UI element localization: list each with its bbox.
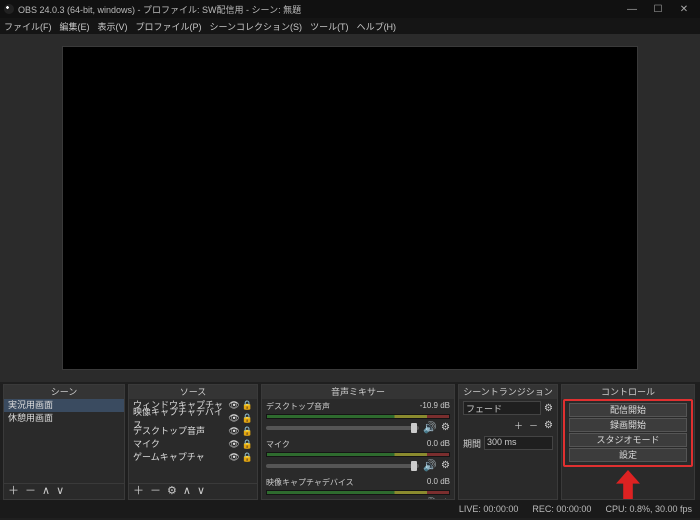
transition-remove-button[interactable]: － (529, 419, 538, 432)
lock-icon[interactable]: 🔒 (242, 399, 253, 412)
annotation-arrow (616, 470, 640, 499)
status-rec: REC: 00:00:00 (532, 504, 591, 514)
volume-slider[interactable] (266, 426, 419, 430)
lock-icon[interactable]: 🔒 (242, 438, 253, 451)
source-remove-button[interactable]: － (150, 486, 161, 497)
lock-icon[interactable]: 🔒 (242, 451, 253, 464)
scene-down-button[interactable]: ∨ (56, 486, 64, 497)
scene-up-button[interactable]: ∧ (42, 486, 50, 497)
menubar: ファイル(F) 編集(E) 表示(V) プロファイル(P) シーンコレクション(… (0, 18, 700, 34)
obs-icon (4, 4, 14, 14)
level-meter (266, 490, 450, 495)
mixer-channel: マイク 0.0 dB 🔊 ⚙ (262, 437, 454, 475)
highlighted-controls: 配信開始 録画開始 スタジオモード 設定 (563, 399, 693, 467)
sources-list: ウィンドウキャプチャ👁🔒 映像キャプチャデバイス👁🔒 デスクトップ音声👁🔒 マイ… (129, 399, 257, 483)
minimize-button[interactable]: — (620, 1, 644, 17)
channel-db: -10.9 dB (420, 401, 450, 412)
source-item[interactable]: 映像キャプチャデバイス👁🔒 (129, 412, 257, 425)
sources-panel: ソース ウィンドウキャプチャ👁🔒 映像キャプチャデバイス👁🔒 デスクトップ音声👁… (128, 384, 258, 500)
visibility-icon[interactable]: 👁 (228, 412, 239, 425)
statusbar: LIVE: 00:00:00 REC: 00:00:00 CPU: 0.8%, … (0, 500, 700, 518)
channel-name: マイク (266, 439, 290, 450)
scenes-list: 実況用画面 休憩用画面 (4, 399, 124, 483)
mute-icon[interactable]: 🔊 (423, 497, 437, 499)
channel-name: デスクトップ音声 (266, 401, 330, 412)
sources-toolbar: ＋ － ⚙ ∧ ∨ (129, 483, 257, 499)
titlebar: OBS 24.0.3 (64-bit, windows) - プロファイル: S… (0, 0, 700, 18)
scene-remove-button[interactable]: － (25, 486, 36, 497)
visibility-icon[interactable]: 👁 (228, 438, 239, 451)
channel-db: 0.0 dB (427, 439, 450, 450)
scenes-title: シーン (4, 385, 124, 399)
source-up-button[interactable]: ∧ (183, 486, 191, 497)
start-streaming-button[interactable]: 配信開始 (569, 403, 687, 417)
source-item[interactable]: マイク👁🔒 (129, 438, 257, 451)
channel-db: 0.0 dB (427, 477, 450, 488)
gear-icon[interactable]: ⚙ (544, 403, 553, 414)
gear-icon[interactable]: ⚙ (441, 422, 450, 433)
close-button[interactable]: ✕ (672, 1, 696, 17)
controls-title: コントロール (562, 385, 694, 399)
preview-area (0, 34, 700, 382)
menu-view[interactable]: 表示(V) (98, 20, 128, 33)
visibility-icon[interactable]: 👁 (228, 399, 239, 412)
lock-icon[interactable]: 🔒 (242, 425, 253, 438)
duration-input[interactable]: 300 ms (484, 436, 553, 450)
menu-scene-collection[interactable]: シーンコレクション(S) (210, 20, 303, 33)
mixer-list: デスクトップ音声 -10.9 dB 🔊 ⚙ マイク 0.0 dB 🔊 ⚙ 映像キャプチャ… (262, 399, 454, 499)
settings-button[interactable]: 設定 (569, 448, 687, 462)
menu-edit[interactable]: 編集(E) (60, 20, 90, 33)
transitions-panel: シーントランジション フェード ⚙ ＋ － ⚙ 期間 300 ms (458, 384, 558, 500)
scene-item[interactable]: 実況用画面 (4, 399, 124, 412)
status-cpu: CPU: 0.8%, 30.00 fps (605, 504, 692, 514)
visibility-icon[interactable]: 👁 (228, 451, 239, 464)
controls-panel: コントロール 配信開始 録画開始 スタジオモード 設定 (561, 384, 695, 500)
menu-help[interactable]: ヘルプ(H) (357, 20, 397, 33)
window-title: OBS 24.0.3 (64-bit, windows) - プロファイル: S… (18, 3, 620, 16)
sources-title: ソース (129, 385, 257, 399)
visibility-icon[interactable]: 👁 (228, 425, 239, 438)
mixer-channel: デスクトップ音声 -10.9 dB 🔊 ⚙ (262, 399, 454, 437)
start-recording-button[interactable]: 録画開始 (569, 418, 687, 432)
gear-icon[interactable]: ⚙ (544, 420, 553, 431)
source-down-button[interactable]: ∨ (197, 486, 205, 497)
source-item[interactable]: デスクトップ音声👁🔒 (129, 425, 257, 438)
maximize-button[interactable]: ☐ (646, 1, 670, 17)
mute-icon[interactable]: 🔊 (423, 421, 437, 434)
mixer-title: 音声ミキサー (262, 385, 454, 399)
source-add-button[interactable]: ＋ (133, 486, 144, 497)
preview-canvas[interactable] (62, 46, 638, 370)
scenes-toolbar: ＋ － ∧ ∨ (4, 483, 124, 499)
studio-mode-button[interactable]: スタジオモード (569, 433, 687, 447)
transitions-title: シーントランジション (459, 385, 557, 399)
channel-name: 映像キャプチャデバイス (266, 477, 354, 488)
status-live: LIVE: 00:00:00 (459, 504, 519, 514)
lock-icon[interactable]: 🔒 (242, 412, 253, 425)
scenes-panel: シーン 実況用画面 休憩用画面 ＋ － ∧ ∨ (3, 384, 125, 500)
duration-label: 期間 (463, 437, 481, 450)
transition-add-button[interactable]: ＋ (514, 419, 523, 432)
scene-add-button[interactable]: ＋ (8, 486, 19, 497)
mixer-channel: 映像キャプチャデバイス 0.0 dB 🔊 ⚙ (262, 475, 454, 499)
volume-slider[interactable] (266, 464, 419, 468)
menu-tools[interactable]: ツール(T) (310, 20, 349, 33)
level-meter (266, 414, 450, 419)
level-meter (266, 452, 450, 457)
source-item[interactable]: ゲームキャプチャ👁🔒 (129, 451, 257, 464)
transition-select[interactable]: フェード (463, 401, 541, 415)
mixer-panel: 音声ミキサー デスクトップ音声 -10.9 dB 🔊 ⚙ マイク 0.0 dB 🔊 ⚙ … (261, 384, 455, 500)
scene-item[interactable]: 休憩用画面 (4, 412, 124, 425)
mute-icon[interactable]: 🔊 (423, 459, 437, 472)
menu-file[interactable]: ファイル(F) (4, 20, 52, 33)
menu-profile[interactable]: プロファイル(P) (136, 20, 202, 33)
gear-icon[interactable]: ⚙ (441, 498, 450, 499)
source-settings-button[interactable]: ⚙ (167, 486, 177, 497)
gear-icon[interactable]: ⚙ (441, 460, 450, 471)
